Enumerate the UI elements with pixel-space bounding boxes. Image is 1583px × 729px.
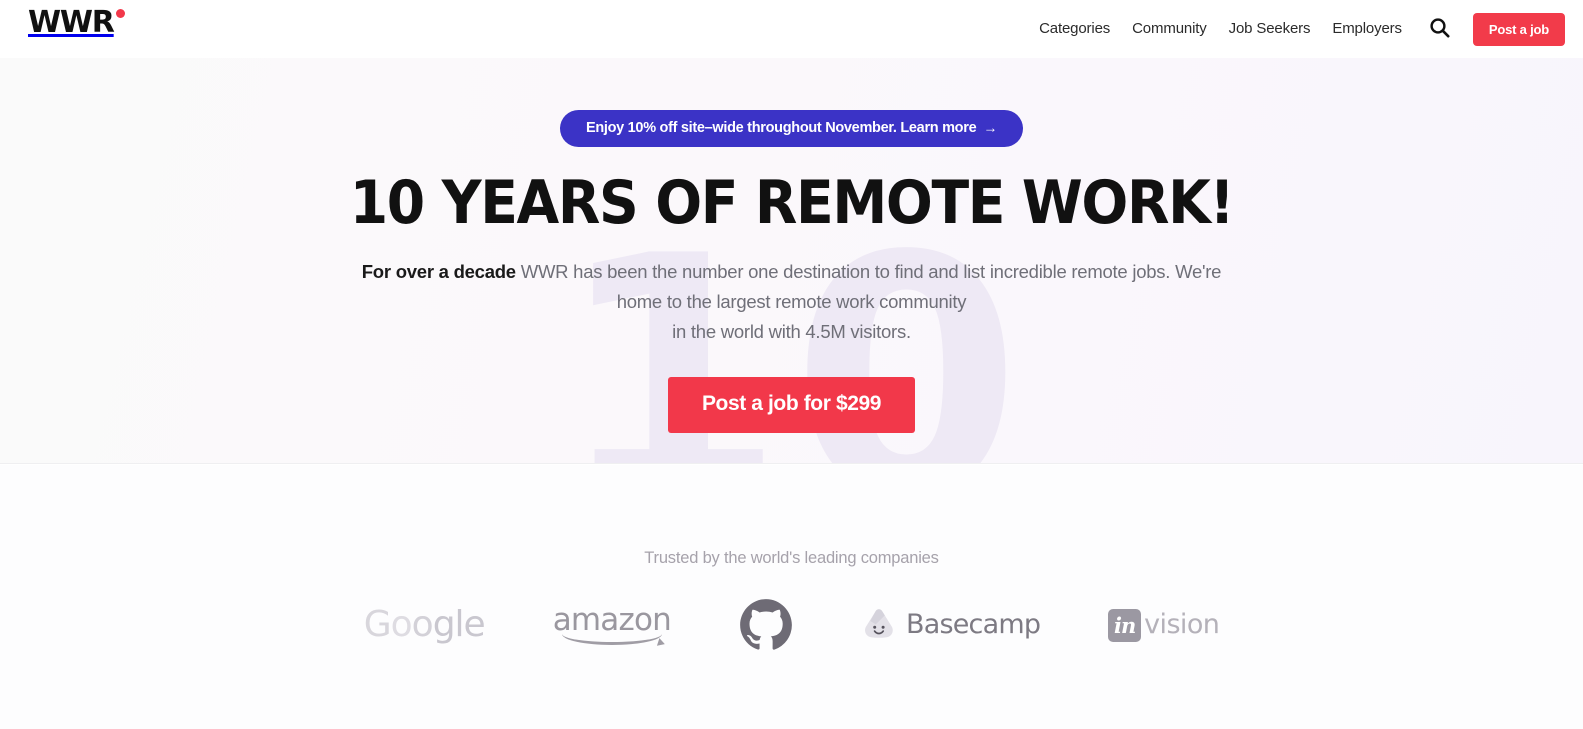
logo-wordmark: WWR: [28, 5, 115, 40]
amazon-wordmark: amazon: [552, 602, 672, 638]
nav-item-employers[interactable]: Employers: [1321, 0, 1413, 58]
google-letter-g: G: [363, 604, 392, 645]
main-navigation: Categories Community Job Seekers Employe…: [1028, 0, 1565, 58]
brand-logo-google: Go o gle: [363, 595, 486, 655]
github-octocat-icon: [739, 598, 793, 652]
trusted-by-section: Trusted by the world's leading companies…: [0, 465, 1583, 729]
brand-logo-basecamp: Basecamp: [861, 595, 1041, 655]
brand-logo-amazon: amazon: [552, 595, 672, 655]
google-letters-gle: gle: [432, 604, 486, 645]
invision-mark-icon: in: [1108, 608, 1142, 642]
hero-subtitle-bold: For over a decade: [361, 261, 516, 282]
promo-banner-text: Enjoy 10% off site–wide throughout Novem…: [585, 120, 977, 136]
brand-logo-invision: in vision: [1108, 595, 1220, 655]
nav-item-categories[interactable]: Categories: [1028, 0, 1121, 58]
invision-wordmark: vision: [1144, 609, 1220, 640]
site-header: WWR Categories Community Job Seekers Emp…: [0, 0, 1583, 58]
landing-page: WWR Categories Community Job Seekers Emp…: [0, 0, 1583, 729]
hero-subtitle-line3: in the world with 4.5M visitors.: [672, 321, 911, 342]
nav-item-community[interactable]: Community: [1121, 0, 1218, 58]
site-logo[interactable]: WWR: [28, 6, 125, 40]
basecamp-hill-icon: [861, 606, 897, 645]
hero-subtitle-line2: home to the largest remote work communit…: [616, 291, 967, 312]
google-letter-o2: o: [411, 604, 434, 645]
nav-item-job-seekers[interactable]: Job Seekers: [1218, 0, 1322, 58]
hero-content: Enjoy 10% off site–wide throughout Novem…: [0, 58, 1583, 433]
brand-logo-row: Go o gle amazon Basecamp in vision: [0, 590, 1583, 660]
brand-logo-github: [739, 595, 793, 655]
hero-subtitle-line1: WWR has been the number one destination …: [515, 261, 1222, 282]
hero-subtitle: For over a decade WWR has been the numbe…: [0, 257, 1583, 347]
logo-dot-icon: [115, 9, 125, 18]
page-title: 10 YEARS OF REMOTE WORK!: [349, 168, 1235, 238]
google-letter-o1: o: [390, 604, 413, 645]
trusted-by-label: Trusted by the world's leading companies: [644, 549, 939, 567]
post-a-job-button[interactable]: Post a job: [1472, 12, 1565, 46]
post-job-cta-button[interactable]: Post a job for $299: [667, 377, 916, 433]
basecamp-wordmark: Basecamp: [905, 609, 1041, 640]
hero-section: 10 Enjoy 10% off site–wide throughout No…: [0, 58, 1583, 464]
search-button[interactable]: [1423, 12, 1457, 46]
amazon-smile-icon: [562, 634, 662, 645]
search-icon: [1429, 17, 1450, 41]
promo-banner[interactable]: Enjoy 10% off site–wide throughout Novem…: [559, 110, 1024, 147]
arrow-right-icon: →: [983, 119, 998, 136]
